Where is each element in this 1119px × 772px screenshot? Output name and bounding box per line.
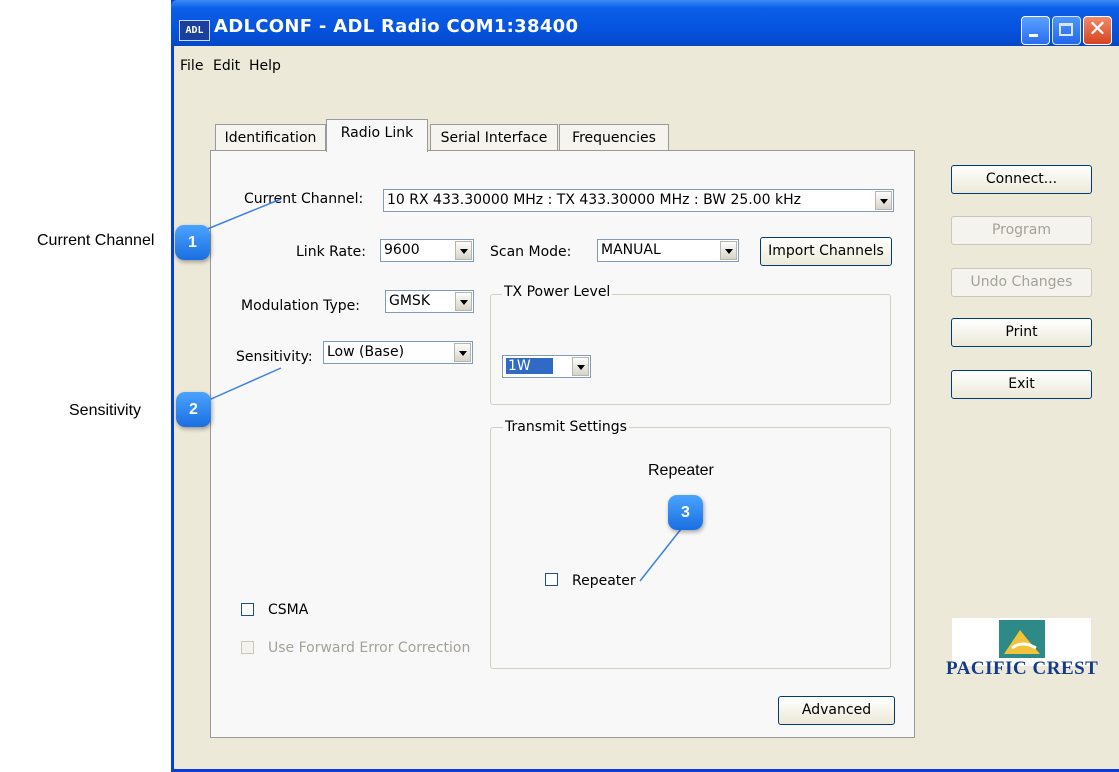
tx-power-group [490, 294, 891, 405]
minimize-button[interactable] [1021, 16, 1050, 45]
csma-label[interactable]: CSMA [268, 602, 308, 618]
link-rate-label: Link Rate: [296, 244, 366, 260]
callout-3-label: Repeater [648, 462, 714, 479]
callout-1-label: Current Channel [37, 232, 155, 249]
current-channel-select[interactable]: 10 RX 433.30000 MHz : TX 433.30000 MHz :… [383, 189, 894, 212]
sensitivity-select[interactable]: Low (Base) [323, 341, 473, 364]
print-button[interactable]: Print [951, 318, 1092, 347]
modulation-type-select[interactable]: GMSK [385, 290, 474, 313]
import-channels-button[interactable]: Import Channels [760, 237, 892, 266]
link-rate-select[interactable]: 9600 [380, 239, 474, 262]
scan-mode-value: MANUAL [601, 242, 661, 258]
fec-label: Use Forward Error Correction [268, 640, 471, 656]
callout-3-badge: 3 [668, 495, 703, 530]
repeater-checkbox[interactable] [545, 573, 558, 586]
current-channel-label: Current Channel: [244, 191, 364, 207]
menu-help[interactable]: Help [249, 58, 281, 74]
callout-2-badge: 2 [176, 392, 211, 427]
tx-power-group-title: TX Power Level [502, 284, 613, 300]
modulation-type-label: Modulation Type: [241, 298, 361, 314]
program-button[interactable]: Program [951, 216, 1092, 245]
fec-checkbox[interactable] [241, 641, 254, 654]
chevron-down-icon[interactable] [572, 357, 589, 376]
app-icon: ADL [179, 20, 210, 41]
tab-identification[interactable]: Identification [215, 124, 326, 150]
undo-changes-button[interactable]: Undo Changes [951, 268, 1092, 297]
callout-1-badge: 1 [175, 225, 210, 260]
maximize-icon [1059, 23, 1073, 36]
close-button[interactable]: ✕ [1083, 16, 1112, 45]
connect-button[interactable]: Connect... [951, 165, 1092, 194]
maximize-button[interactable] [1052, 16, 1081, 45]
scan-mode-select[interactable]: MANUAL [597, 239, 739, 262]
repeater-checkbox-label[interactable]: Repeater [572, 573, 636, 589]
tx-power-value: 1W [506, 358, 553, 374]
tab-frequencies[interactable]: Frequencies [559, 124, 669, 150]
pacific-crest-logo-text: PACIFIC CREST [946, 658, 1099, 679]
sensitivity-value: Low (Base) [327, 344, 405, 360]
chevron-down-icon[interactable] [455, 292, 472, 311]
chevron-down-icon[interactable] [455, 241, 472, 260]
chevron-down-icon[interactable] [454, 343, 471, 362]
callout-2-label: Sensitivity [69, 402, 142, 419]
tx-power-select[interactable]: 1W [502, 355, 591, 378]
current-channel-value: 10 RX 433.30000 MHz : TX 433.30000 MHz :… [387, 192, 801, 208]
menu-bar [174, 56, 1119, 78]
link-rate-value: 9600 [384, 242, 420, 258]
scan-mode-label: Scan Mode: [490, 244, 572, 260]
tab-serial-interface[interactable]: Serial Interface [430, 124, 558, 150]
csma-checkbox[interactable] [241, 603, 254, 616]
close-icon: ✕ [1088, 17, 1107, 42]
window-title: ADLCONF - ADL Radio COM1:38400 [214, 16, 579, 37]
chevron-down-icon[interactable] [875, 191, 892, 210]
advanced-button[interactable]: Advanced [778, 696, 895, 725]
menu-file[interactable]: File [180, 58, 203, 74]
modulation-type-value: GMSK [389, 293, 430, 309]
exit-button[interactable]: Exit [951, 370, 1092, 399]
menu-edit[interactable]: Edit [213, 58, 240, 74]
minimize-icon [1029, 34, 1038, 37]
tab-radio-link[interactable]: Radio Link [326, 119, 428, 152]
chevron-down-icon[interactable] [720, 241, 737, 260]
sensitivity-label: Sensitivity: [236, 349, 313, 365]
transmit-settings-group-title: Transmit Settings [503, 419, 629, 435]
